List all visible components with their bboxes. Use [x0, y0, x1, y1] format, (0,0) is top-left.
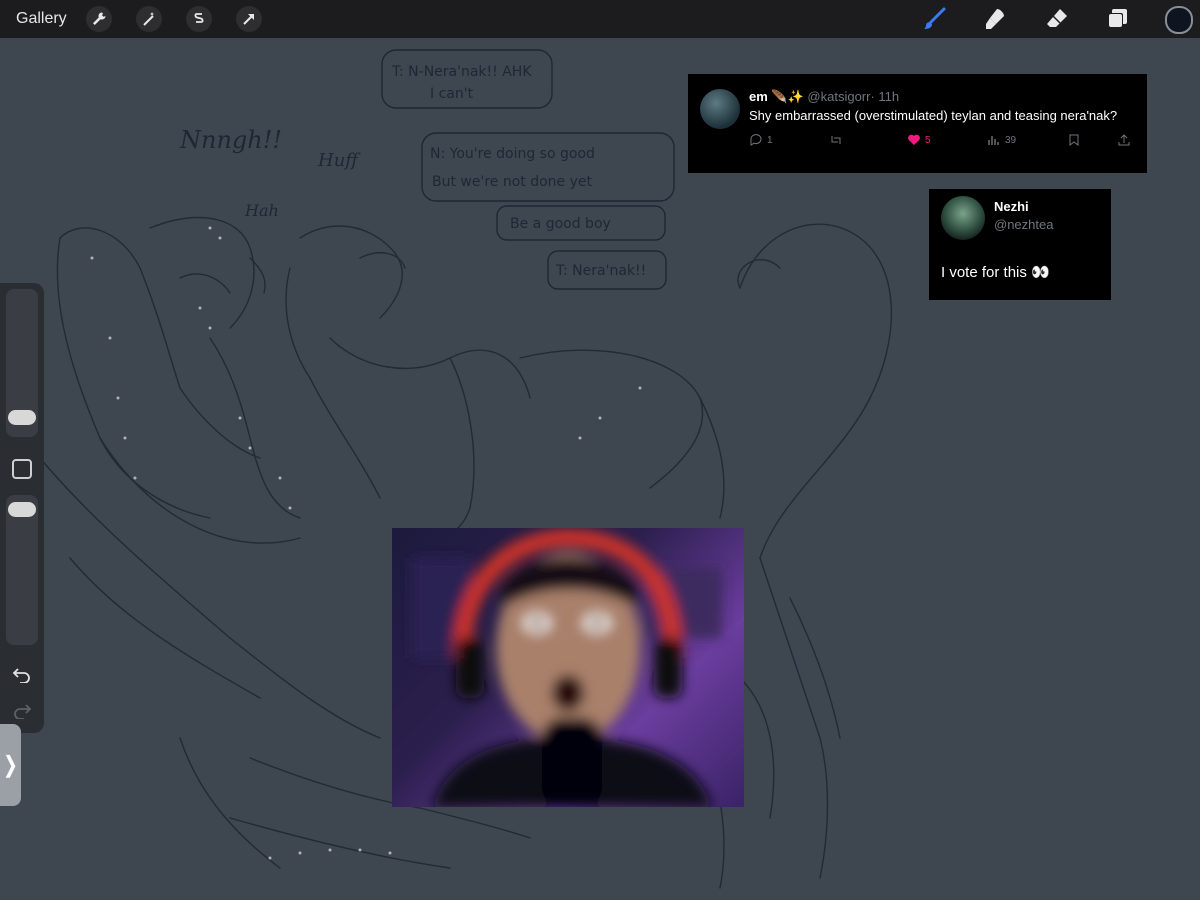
bookmark-button[interactable]	[1067, 133, 1081, 147]
avatar	[700, 89, 740, 129]
author-handle: @katsigorr	[807, 89, 871, 104]
tweet-time: · 11h	[870, 89, 900, 104]
left-sidebar	[0, 283, 44, 733]
tweet-header: em 🪶✨ @katsigorr· 11h	[749, 89, 899, 105]
views-icon	[988, 136, 999, 145]
speech-bubble-2	[421, 132, 675, 202]
bookmark-icon	[1069, 134, 1079, 146]
share-button[interactable]	[1117, 133, 1131, 147]
author-name: em 🪶✨	[749, 89, 804, 104]
avatar	[941, 196, 985, 240]
bubble2-line1: N: You're doing so good	[430, 146, 595, 162]
wrench-icon[interactable]	[86, 6, 112, 32]
retweet-button[interactable]	[829, 133, 843, 147]
opacity-thumb[interactable]	[8, 502, 36, 517]
bubble3-text: Be a good boy	[510, 216, 611, 232]
tweet-text: Shy embarrassed (overstimulated) teylan …	[749, 108, 1118, 123]
bubble1-line1: T: N-Nera'nak!! AHK	[391, 64, 532, 80]
sidebar-toggle-tab[interactable]: ❭	[0, 724, 21, 806]
sketch-text-nnngh: Nnngh!!	[179, 126, 282, 154]
color-picker-button[interactable]	[1165, 6, 1193, 34]
smudge-icon[interactable]	[982, 6, 1008, 32]
author-handle: @nezhtea	[994, 217, 1054, 232]
view-count: 39	[1005, 134, 1017, 146]
redo-icon[interactable]	[8, 697, 36, 725]
reply-button[interactable]: 1	[749, 133, 773, 147]
bubble1-line2: I can't	[430, 86, 474, 102]
like-count: 5	[925, 134, 931, 146]
bubble2-line2: But we're not done yet	[432, 174, 593, 190]
heart-icon	[908, 134, 920, 145]
gallery-button[interactable]: Gallery	[16, 0, 67, 38]
tweet-actions: 1 5 39	[749, 133, 1135, 151]
sketch-text-hah: Hah	[244, 201, 279, 220]
reaction-face-icon	[412, 528, 722, 807]
reply-icon	[750, 134, 762, 146]
eraser-icon[interactable]	[1044, 6, 1070, 32]
reaction-image	[392, 528, 744, 807]
opacity-slider[interactable]	[6, 495, 38, 645]
tweet-text: I vote for this 👀	[941, 264, 1050, 281]
brush-icon[interactable]	[922, 6, 948, 32]
magic-wand-icon[interactable]	[136, 6, 162, 32]
bubble4-text: T: Nera'nak!!	[555, 263, 646, 279]
retweet-icon	[831, 136, 841, 144]
selection-icon[interactable]	[186, 6, 212, 32]
author-name: Nezhi	[994, 199, 1029, 214]
views-button[interactable]: 39	[987, 133, 1016, 147]
chevron-right-icon: ❭	[1, 752, 20, 777]
top-toolbar: Gallery	[0, 0, 1200, 38]
brush-size-thumb[interactable]	[8, 410, 36, 425]
undo-icon[interactable]	[8, 661, 36, 689]
tweet-card-2: Nezhi @nezhtea I vote for this 👀	[929, 189, 1111, 300]
layers-icon[interactable]	[1104, 6, 1130, 32]
sketch-text-huff: Huff	[317, 150, 361, 171]
reply-count: 1	[767, 134, 773, 146]
like-button[interactable]: 5	[907, 133, 931, 147]
transform-icon[interactable]	[236, 6, 262, 32]
share-icon	[1118, 134, 1130, 146]
modify-button[interactable]	[12, 459, 32, 479]
tweet-card-1: em 🪶✨ @katsigorr· 11h Shy embarrassed (o…	[688, 74, 1147, 173]
